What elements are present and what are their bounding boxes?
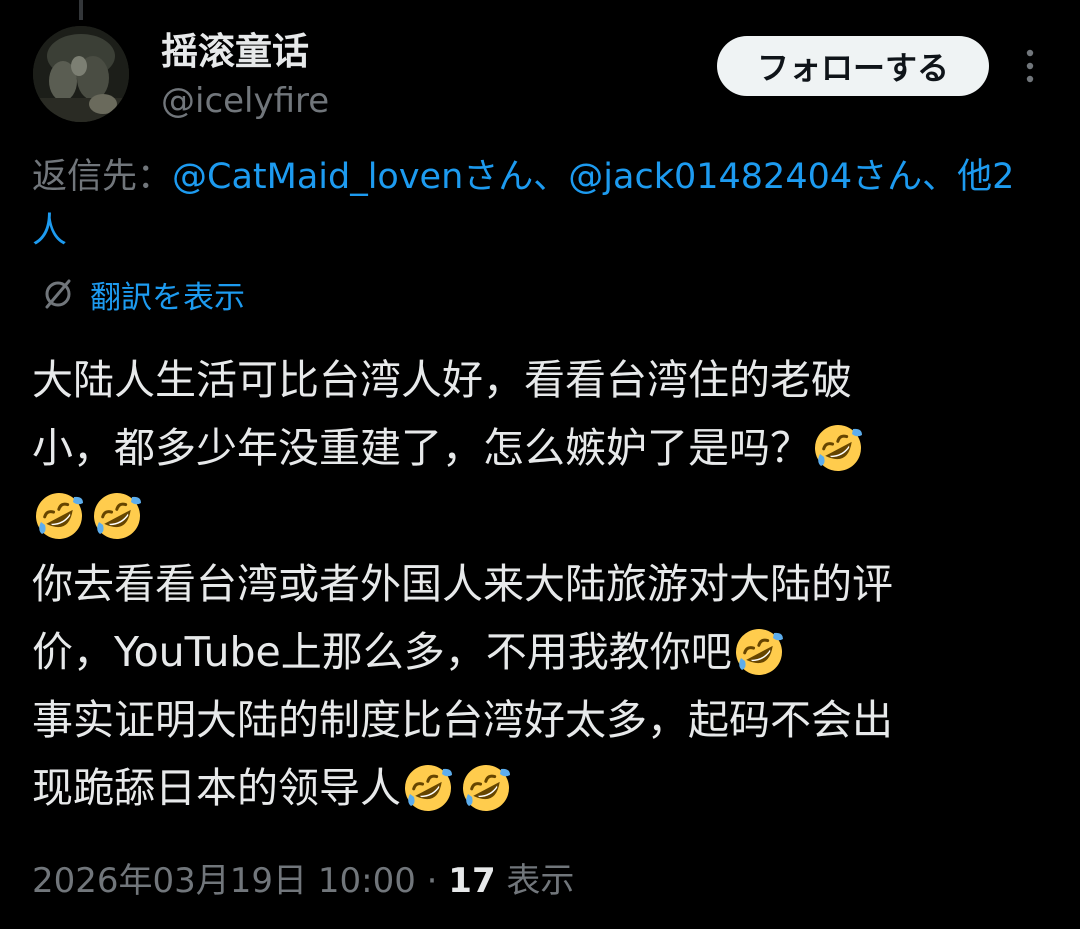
rolling-on-the-floor-laughing-emoji (732, 625, 786, 679)
avatar-image (33, 26, 129, 122)
replying-to-prefix: 返信先： (32, 157, 173, 197)
tweet-line: 小，都多少年没重建了，怎么嫉妒了是吗？ (32, 414, 1052, 482)
reply-separator: 、 (533, 157, 569, 197)
tweet-line: 价，YouTube上那么多，不用我教你吧 (32, 618, 1052, 686)
reply-mention-catmaid[interactable]: @CatMaid_lovenさん (172, 157, 533, 197)
reply-separator: 、 (922, 157, 958, 197)
tweet-line: 大陆人生活可比台湾人好，看看台湾住的老破 (32, 346, 1052, 414)
reply-others-link[interactable]: 他2 (957, 157, 1014, 197)
reply-others-link-continued[interactable]: 人 (32, 206, 67, 256)
follow-button[interactable]: フォローする (717, 36, 989, 96)
thread-connector-line (79, 0, 83, 20)
reply-mention-jack[interactable]: @jack01482404さん (568, 157, 922, 197)
show-translation-button[interactable]: 翻訳を表示 (40, 272, 245, 316)
author-handle[interactable]: @icelyfire (161, 80, 329, 122)
rolling-on-the-floor-laughing-emoji (90, 489, 144, 543)
more-vertical-icon (1026, 49, 1034, 83)
show-translation-label: 翻訳を表示 (90, 279, 245, 316)
tweet-line: 事实证明大陆的制度比台湾好太多，起码不会出 (32, 686, 1052, 754)
tweet-timestamp[interactable]: 2026年03月19日 10:00 (32, 861, 416, 901)
rolling-on-the-floor-laughing-emoji (811, 421, 865, 475)
views-label: 表示 (495, 861, 575, 901)
rolling-on-the-floor-laughing-emoji (401, 761, 455, 815)
rolling-on-the-floor-laughing-emoji (459, 761, 513, 815)
tweet-line-text: 小，都多少年没重建了，怎么嫉妒了是吗？ (32, 424, 811, 472)
avatar[interactable] (33, 26, 129, 122)
tweet-line-text: 大陆人生活可比台湾人好，看看台湾住的老破 (32, 356, 852, 404)
tweet-line: 你去看看台湾或者外国人来大陆旅游对大陆的评 (32, 550, 1052, 618)
tweet-line-text: 你去看看台湾或者外国人来大陆旅游对大陆的评 (32, 560, 893, 608)
rolling-on-the-floor-laughing-emoji (32, 489, 86, 543)
tweet-line: 现跪舔日本的领导人 (32, 754, 1052, 822)
tweet-metadata: 2026年03月19日 10:00 · 17 表示 (32, 856, 574, 906)
author-display-name[interactable]: 摇滚童话 (161, 30, 309, 74)
tweet-line-text: 价，YouTube上那么多，不用我教你吧 (32, 628, 732, 676)
more-options-button[interactable] (1010, 46, 1050, 86)
tweet-line-text: 现跪舔日本的领导人 (32, 764, 401, 812)
tweet-text: 大陆人生活可比台湾人好，看看台湾住的老破 小，都多少年没重建了，怎么嫉妒了是吗？… (32, 346, 1052, 822)
tweet-line-text: 事实证明大陆的制度比台湾好太多，起码不会出 (32, 696, 893, 744)
translate-globe-icon (40, 276, 76, 312)
replying-to: 返信先：@CatMaid_lovenさん、@jack01482404さん、他2 (32, 150, 1080, 204)
meta-separator-dot: · (415, 861, 449, 901)
tweet-line (32, 482, 1052, 550)
views-count: 17 (448, 861, 496, 901)
